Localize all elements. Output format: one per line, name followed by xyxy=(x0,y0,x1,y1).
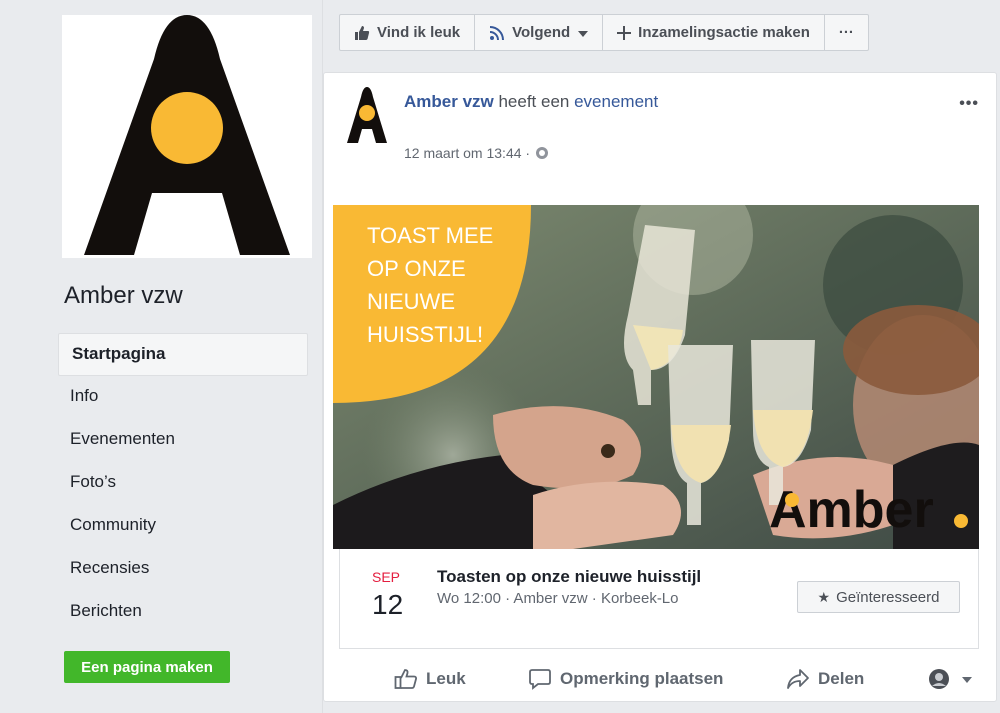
post-timestamp: 12 maart om 13:44 · xyxy=(404,145,549,161)
image-amber-logo: Amber xyxy=(769,481,934,539)
post-author-link[interactable]: Amber vzw xyxy=(404,92,494,111)
create-page-button[interactable]: Een pagina maken xyxy=(64,651,230,683)
amber-logo xyxy=(84,15,290,255)
event-cover-image[interactable]: TOAST MEE OP ONZE NIEUWE HUISSTIJL! Ambe… xyxy=(333,205,979,549)
page-sidebar: Amber vzw Startpagina Info Evenementen F… xyxy=(0,0,322,713)
event-post-card: Amber vzw heeft een evenement ••• 12 maa… xyxy=(323,72,997,702)
more-options-button[interactable]: ··· xyxy=(823,14,869,51)
plus-icon xyxy=(617,25,632,40)
sidebar-item-berichten[interactable]: Berichten xyxy=(58,591,308,634)
post-event-link[interactable]: evenement xyxy=(574,92,658,111)
share-icon xyxy=(787,669,809,689)
toast-photo: TOAST MEE OP ONZE NIEUWE HUISSTIJL! Ambe… xyxy=(333,205,979,549)
chevron-down-icon xyxy=(578,30,589,37)
globe-icon xyxy=(536,147,549,159)
post-time-text[interactable]: 12 maart om 13:44 · xyxy=(404,145,530,161)
profile-avatar-icon xyxy=(929,669,949,689)
post-as-selector[interactable] xyxy=(928,659,972,699)
post-header: Amber vzw heeft een evenement xyxy=(404,92,658,112)
sidebar-item-evenementen[interactable]: Evenementen xyxy=(58,419,308,462)
follow-label: Volgend xyxy=(512,24,571,41)
image-text-line-1: TOAST MEE xyxy=(367,223,493,248)
sidebar-item-fotos[interactable]: Foto’s xyxy=(58,462,308,505)
like-page-button[interactable]: Vind ik leuk xyxy=(339,14,476,51)
event-title[interactable]: Toasten op onze nieuwe huisstijl xyxy=(437,567,701,587)
event-month: SEP xyxy=(372,569,401,585)
event-day: 12 xyxy=(372,589,404,620)
page-profile-picture[interactable] xyxy=(62,15,312,258)
follow-button[interactable]: Volgend xyxy=(474,14,604,51)
rss-icon xyxy=(489,25,505,40)
thumbs-up-icon xyxy=(394,669,417,689)
post-share-label: Delen xyxy=(818,669,865,688)
post-like-label: Leuk xyxy=(426,669,466,688)
sidebar-item-recensies[interactable]: Recensies xyxy=(58,548,308,591)
comment-icon xyxy=(529,669,551,690)
post-action-text: heeft een xyxy=(493,92,575,111)
star-icon: ★ xyxy=(817,588,831,605)
post-options-button[interactable]: ••• xyxy=(959,95,979,113)
interested-label: Geïnteresseerd xyxy=(836,588,940,606)
create-fundraiser-button[interactable]: Inzamelingsactie maken xyxy=(602,14,825,51)
interested-button[interactable]: ★ Geïnteresseerd xyxy=(797,581,960,613)
create-fundraiser-label: Inzamelingsactie maken xyxy=(638,24,810,41)
post-share-button[interactable]: Delen xyxy=(786,659,864,699)
page-name: Amber vzw xyxy=(64,282,183,309)
sidebar-item-info[interactable]: Info xyxy=(58,376,308,419)
amber-logo-small xyxy=(347,87,387,143)
post-comment-button[interactable]: Opmerking plaatsen xyxy=(528,659,723,699)
like-page-label: Vind ik leuk xyxy=(377,24,461,41)
image-text-line-2: OP ONZE xyxy=(367,256,466,281)
post-comment-label: Opmerking plaatsen xyxy=(560,669,724,688)
sidebar-item-community[interactable]: Community xyxy=(58,505,308,548)
sidebar-item-startpagina[interactable]: Startpagina xyxy=(58,333,308,376)
sidebar-nav: Startpagina Info Evenementen Foto’s Comm… xyxy=(58,333,308,634)
event-subtitle: Wo 12:00 · Amber vzw · Korbeek-Lo xyxy=(437,590,679,607)
post-like-button[interactable]: Leuk xyxy=(394,659,466,699)
thumbs-up-icon xyxy=(355,25,370,40)
chevron-down-icon xyxy=(962,677,972,683)
image-text-line-3: NIEUWE xyxy=(367,289,455,314)
post-actions-bar: Leuk Opmerking plaatsen Delen xyxy=(324,659,996,699)
post-author-avatar[interactable] xyxy=(343,87,391,143)
event-info-box[interactable]: SEP 12 Toasten op onze nieuwe huisstijl … xyxy=(339,549,979,649)
image-text-line-4: HUISSTIJL! xyxy=(367,322,483,347)
page-action-bar: Vind ik leuk Volgend Inzamelingsactie ma… xyxy=(339,14,869,51)
